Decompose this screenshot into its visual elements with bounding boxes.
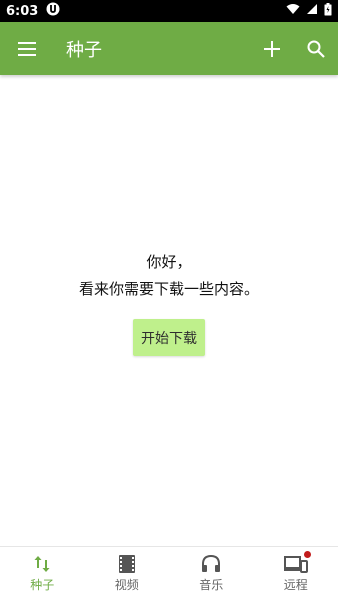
swap-vert-icon bbox=[34, 555, 50, 572]
nav-label-video: 视频 bbox=[114, 577, 139, 592]
nav-item-torrents[interactable]: 种子 bbox=[0, 547, 85, 600]
add-icon bbox=[264, 40, 280, 57]
empty-message: 看来你需要下载一些内容。 bbox=[78, 280, 259, 298]
app-bar: 种子 bbox=[0, 22, 338, 75]
devices-icon bbox=[283, 555, 308, 573]
status-time: 6:03 bbox=[6, 3, 39, 19]
nav-item-video[interactable]: 视频 bbox=[85, 547, 170, 600]
greeting-text: 你好， bbox=[146, 253, 192, 271]
notification-badge bbox=[304, 551, 311, 558]
nav-item-music[interactable]: 音乐 bbox=[169, 547, 254, 600]
start-download-button[interactable]: 开始下载 bbox=[133, 319, 205, 356]
search-button[interactable] bbox=[294, 22, 338, 75]
add-button[interactable] bbox=[250, 22, 294, 75]
nav-item-remote[interactable]: 远程 bbox=[254, 547, 338, 600]
bottom-nav: 种子 视频 音乐 远程 bbox=[0, 546, 338, 600]
film-icon bbox=[118, 554, 135, 573]
status-bar: 6:03 bbox=[0, 0, 338, 22]
page-title: 种子 bbox=[66, 39, 102, 61]
hamburger-menu-icon[interactable] bbox=[0, 22, 54, 75]
nav-label-remote: 远程 bbox=[283, 577, 308, 592]
search-icon bbox=[307, 40, 325, 58]
wifi-icon bbox=[286, 3, 300, 19]
torrent-list-empty: 你好， 看来你需要下载一些内容。 开始下载 bbox=[0, 75, 338, 545]
nav-label-torrents: 种子 bbox=[30, 577, 55, 592]
signal-icon bbox=[306, 3, 318, 19]
battery-icon bbox=[324, 2, 332, 20]
nav-label-music: 音乐 bbox=[199, 577, 224, 592]
torrent-app-icon bbox=[46, 2, 60, 20]
headphones-icon bbox=[202, 554, 221, 572]
